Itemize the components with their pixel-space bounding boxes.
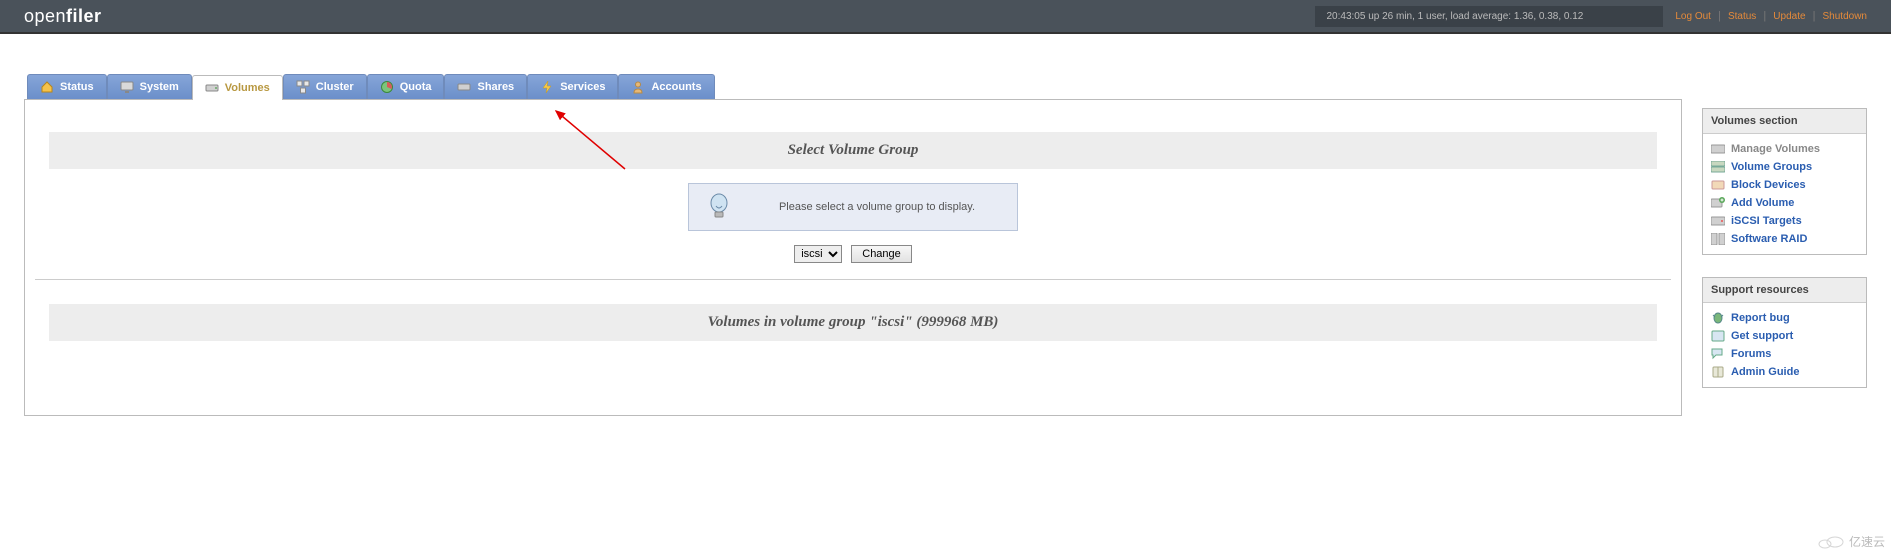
- drive-icon: [205, 81, 219, 95]
- update-link[interactable]: Update: [1773, 11, 1805, 22]
- tab-system[interactable]: System: [107, 74, 192, 99]
- sidebar-item-iscsi-targets[interactable]: iSCSI Targets: [1711, 212, 1858, 230]
- tab-quota[interactable]: Quota: [367, 74, 445, 99]
- tab-label: Volumes: [225, 82, 270, 94]
- volumes-in-vg-heading: Volumes in volume group "iscsi" (999968 …: [49, 304, 1657, 341]
- sidebar-item-software-raid[interactable]: Software RAID: [1711, 230, 1858, 248]
- bolt-icon: [540, 80, 554, 94]
- lightbulb-icon: [707, 192, 731, 222]
- person-icon: [631, 80, 645, 94]
- drives-icon: [1711, 161, 1725, 173]
- sidebar-item-block-devices[interactable]: Block Devices: [1711, 176, 1858, 194]
- sidebar-item-get-support[interactable]: Get support: [1711, 327, 1858, 345]
- sidebar-link[interactable]: Add Volume: [1731, 197, 1794, 209]
- tab-label: Shares: [477, 81, 514, 93]
- cluster-icon: [296, 80, 310, 94]
- shares-icon: [457, 80, 471, 94]
- tab-label: Cluster: [316, 81, 354, 93]
- top-bar: openfiler 20:43:05 up 26 min, 1 user, lo…: [0, 0, 1891, 34]
- sidebar-item-add-volume[interactable]: Add Volume: [1711, 194, 1858, 212]
- sidebar-link[interactable]: Admin Guide: [1731, 366, 1799, 378]
- panel-title: Support resources: [1703, 278, 1866, 303]
- support-icon: [1711, 330, 1725, 342]
- brand-logo: openfiler: [24, 6, 102, 27]
- quota-icon: [380, 80, 394, 94]
- top-right: 20:43:05 up 26 min, 1 user, load average…: [1315, 6, 1868, 27]
- main-tabs: Status System Volumes Cluster: [27, 74, 1682, 99]
- book-icon: [1711, 366, 1725, 378]
- target-icon: [1711, 215, 1725, 227]
- sidebar-link[interactable]: Report bug: [1731, 312, 1790, 324]
- tab-label: Quota: [400, 81, 432, 93]
- system-status: 20:43:05 up 26 min, 1 user, load average…: [1315, 6, 1664, 27]
- sidebar-link[interactable]: Get support: [1731, 330, 1793, 342]
- tab-label: Services: [560, 81, 605, 93]
- tab-volumes[interactable]: Volumes: [192, 75, 283, 100]
- sidebar-link[interactable]: Block Devices: [1731, 179, 1806, 191]
- top-links: Log Out | Status | Update | Shutdown: [1675, 10, 1867, 22]
- sidebar-item-report-bug[interactable]: Report bug: [1711, 309, 1858, 327]
- sidebar-link[interactable]: Volume Groups: [1731, 161, 1812, 173]
- tab-services[interactable]: Services: [527, 74, 618, 99]
- tab-accounts[interactable]: Accounts: [618, 74, 714, 99]
- monitor-icon: [120, 80, 134, 94]
- sidebar-link[interactable]: iSCSI Targets: [1731, 215, 1802, 227]
- divider: [35, 279, 1671, 280]
- tab-label: Status: [60, 81, 94, 93]
- shutdown-link[interactable]: Shutdown: [1823, 11, 1867, 22]
- vg-select[interactable]: iscsi: [794, 245, 842, 263]
- watermark: 亿速云: [1817, 533, 1885, 550]
- content-frame: Select Volume Group Please select a volu…: [24, 99, 1682, 416]
- tab-shares[interactable]: Shares: [444, 74, 527, 99]
- tab-cluster[interactable]: Cluster: [283, 74, 367, 99]
- sidebar-link[interactable]: Forums: [1731, 348, 1771, 360]
- change-button[interactable]: Change: [851, 245, 912, 263]
- sidebar-item-forums[interactable]: Forums: [1711, 345, 1858, 363]
- sidebar-item-admin-guide[interactable]: Admin Guide: [1711, 363, 1858, 381]
- sidebar-item-volume-groups[interactable]: Volume Groups: [1711, 158, 1858, 176]
- chat-icon: [1711, 348, 1725, 360]
- volumes-section-panel: Volumes section Manage Volumes Volume Gr…: [1702, 108, 1867, 255]
- support-resources-panel: Support resources Report bug Get support…: [1702, 277, 1867, 388]
- block-icon: [1711, 179, 1725, 191]
- panel-title: Volumes section: [1703, 109, 1866, 134]
- brand-part1: open: [24, 6, 66, 26]
- status-link[interactable]: Status: [1728, 11, 1756, 22]
- tab-label: System: [140, 81, 179, 93]
- vg-select-row: iscsi Change: [31, 245, 1675, 263]
- tab-label: Accounts: [651, 81, 701, 93]
- sidebar-link[interactable]: Software RAID: [1731, 233, 1807, 245]
- drive-icon: [1711, 143, 1725, 155]
- info-message: Please select a volume group to display.: [755, 201, 999, 213]
- sidebar-link[interactable]: Manage Volumes: [1731, 143, 1820, 155]
- raid-icon: [1711, 233, 1725, 245]
- logout-link[interactable]: Log Out: [1675, 11, 1711, 22]
- brand-part2: filer: [66, 6, 102, 26]
- bug-icon: [1711, 312, 1725, 324]
- add-icon: [1711, 197, 1725, 209]
- tab-status[interactable]: Status: [27, 74, 107, 99]
- select-vg-heading: Select Volume Group: [49, 132, 1657, 169]
- info-box: Please select a volume group to display.: [688, 183, 1018, 231]
- sidebar-item-manage-volumes[interactable]: Manage Volumes: [1711, 140, 1858, 158]
- home-icon: [40, 80, 54, 94]
- watermark-text: 亿速云: [1849, 533, 1885, 550]
